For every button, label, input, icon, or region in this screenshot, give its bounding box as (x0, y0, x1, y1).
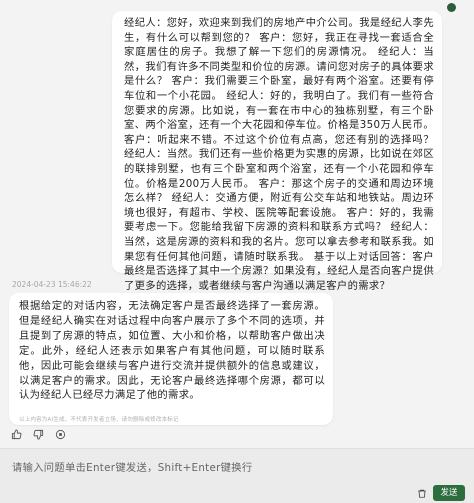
send-button[interactable]: 发送 (433, 485, 465, 501)
stop-icon[interactable] (55, 429, 66, 440)
trash-icon[interactable] (417, 488, 427, 499)
ai-message-text: 根据给定的对话内容，无法确定客户是否最终选择了一套房源。但是经纪人确实在对话过程… (19, 300, 325, 402)
message-actions (11, 428, 66, 440)
ai-disclaimer: 以上内容为AI生成，不代表开发者立场，请勿删除或修改本标记 (19, 417, 179, 424)
status-dot (447, 3, 456, 12)
thumbs-down-icon[interactable] (33, 429, 44, 440)
chat-input-area[interactable]: 请输入问题单击Enter键发送，Shift+Enter键换行 (0, 448, 474, 503)
message-timestamp: 2024-04-23 15:46:22 (12, 280, 92, 289)
user-message-text: 经纪人：您好，欢迎来到我们的房地产中介公司。我是经纪人李先生，有什么可以帮到您的… (124, 17, 434, 292)
thumbs-up-icon[interactable] (11, 428, 22, 440)
ai-message-bubble: 根据给定的对话内容，无法确定客户是否最终选择了一套房源。但是经纪人确实在对话过程… (9, 293, 333, 425)
user-message-bubble: 经纪人：您好，欢迎来到我们的房地产中介公司。我是经纪人李先生，有什么可以帮到您的… (112, 11, 442, 292)
chat-input[interactable]: 请输入问题单击Enter键发送，Shift+Enter键换行 (12, 459, 252, 474)
